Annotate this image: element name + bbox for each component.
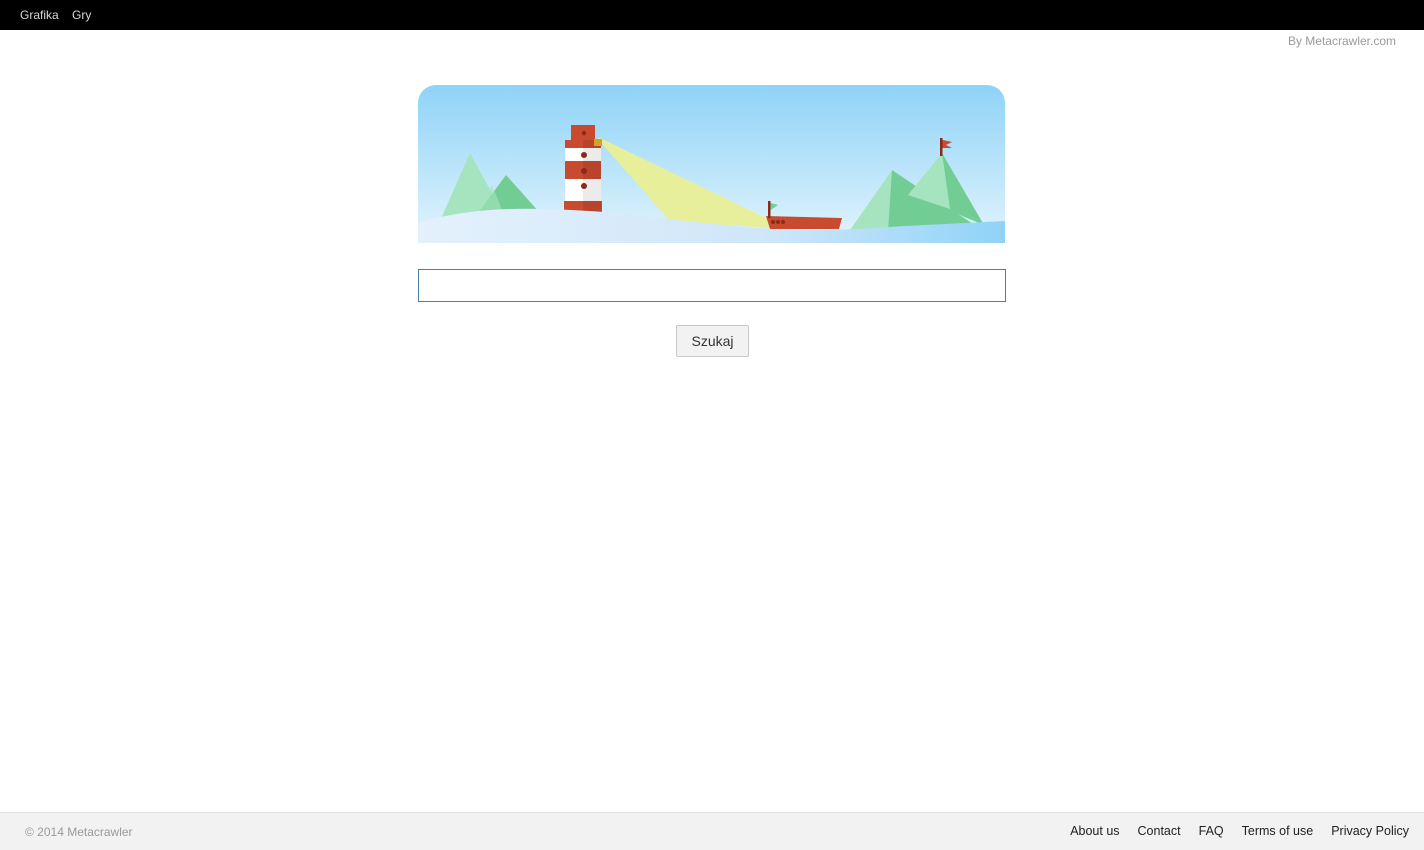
footer-link-privacy-policy[interactable]: Privacy Policy <box>1331 824 1409 838</box>
search-input[interactable] <box>418 269 1006 302</box>
footer-link-about-us[interactable]: About us <box>1070 824 1119 838</box>
footer-link-faq[interactable]: FAQ <box>1199 824 1224 838</box>
banner-illustration <box>418 85 1005 243</box>
copyright-text: © 2014 Metacrawler <box>25 825 133 839</box>
lighthouse-sea-illustration-icon <box>418 85 1005 243</box>
nav-link-gry[interactable]: Gry <box>72 8 91 22</box>
footer-link-contact[interactable]: Contact <box>1138 824 1181 838</box>
footer: © 2014 Metacrawler About us Contact FAQ … <box>0 812 1424 850</box>
footer-link-terms-of-use[interactable]: Terms of use <box>1242 824 1314 838</box>
top-nav-bar: Grafika Gry <box>0 0 1424 30</box>
nav-link-grafika[interactable]: Grafika <box>20 8 59 22</box>
byline-link[interactable]: By Metacrawler.com <box>1288 34 1396 48</box>
search-button[interactable]: Szukaj <box>676 325 749 357</box>
footer-links: About us Contact FAQ Terms of use Privac… <box>1070 824 1409 838</box>
